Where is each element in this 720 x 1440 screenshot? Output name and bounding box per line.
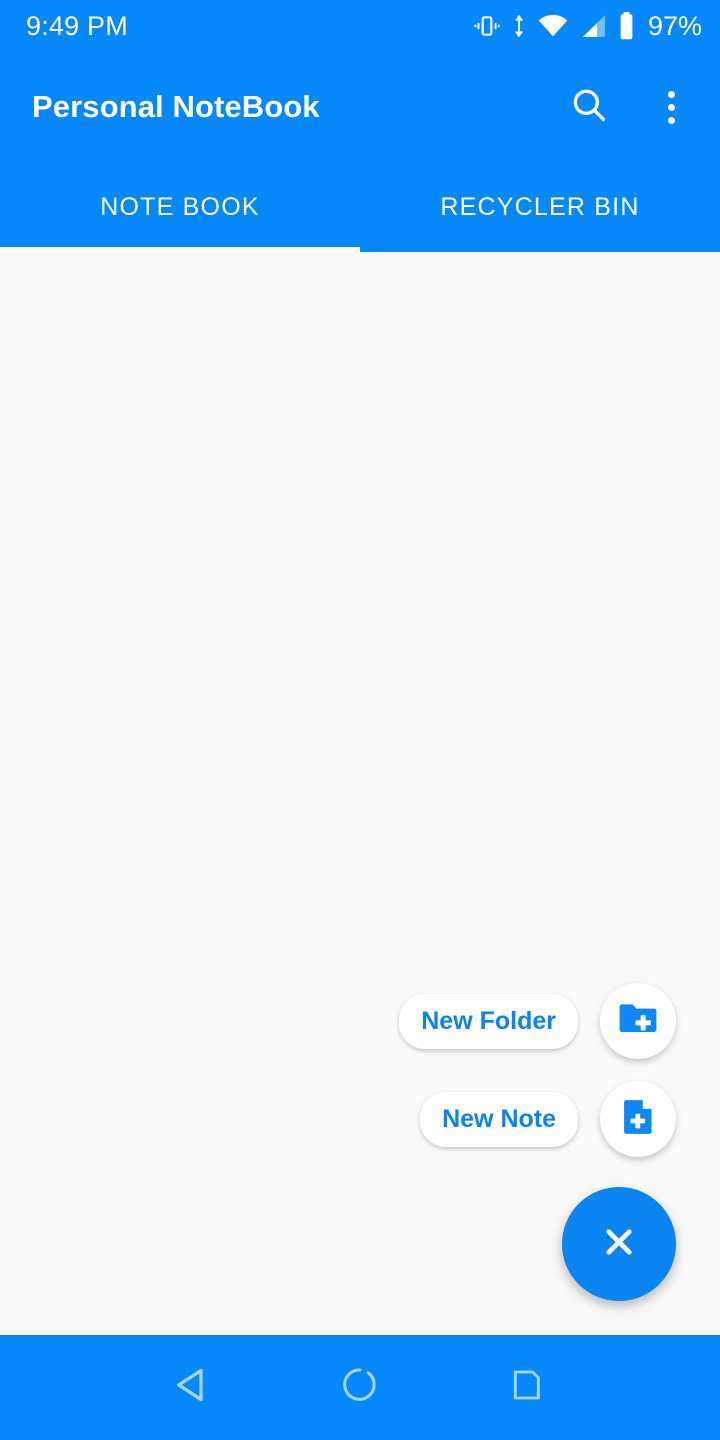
overflow-menu-button[interactable]: [644, 80, 698, 134]
new-note-button[interactable]: [600, 1081, 676, 1157]
speed-dial-action-new-folder[interactable]: New Folder: [399, 983, 676, 1059]
new-folder-button[interactable]: [600, 983, 676, 1059]
wifi-icon: [538, 13, 568, 39]
battery-percent-label: 97%: [647, 10, 702, 41]
search-button[interactable]: [562, 80, 616, 134]
folder-add-icon: [615, 996, 661, 1047]
nav-home-button[interactable]: [315, 1343, 405, 1433]
app-bar-actions: [562, 80, 698, 134]
system-navigation-bar: [0, 1335, 720, 1440]
battery-icon: [618, 12, 635, 40]
nav-back-button[interactable]: [148, 1343, 238, 1433]
tab-note-book[interactable]: NOTE BOOK: [0, 162, 360, 252]
back-triangle-icon: [170, 1362, 216, 1413]
recents-square-icon: [507, 1365, 547, 1410]
cellular-signal-icon: [579, 13, 607, 39]
page-title: Personal NoteBook: [32, 89, 320, 124]
speed-dial-action-new-note[interactable]: New Note: [420, 1081, 676, 1157]
search-icon: [569, 85, 609, 130]
note-add-icon: [616, 1095, 660, 1144]
app-bar: Personal NoteBook NOTE BOOK RECYCLER BIN: [0, 52, 720, 252]
speed-dial-main-button[interactable]: [562, 1187, 676, 1301]
app-bar-top-row: Personal NoteBook: [0, 52, 720, 162]
data-transfer-icon: [511, 13, 527, 39]
vibrate-icon: [474, 13, 500, 39]
speed-dial-menu: New Folder New Note: [399, 983, 676, 1301]
notes-list-area: New Folder New Note: [0, 252, 720, 1335]
nav-recents-button[interactable]: [482, 1343, 572, 1433]
new-folder-label[interactable]: New Folder: [399, 993, 578, 1049]
app-window: 9:49 PM 97% Personal NoteBook NOTE BOOK …: [0, 0, 720, 1440]
new-note-label[interactable]: New Note: [420, 1091, 578, 1147]
tab-recycler-bin[interactable]: RECYCLER BIN: [360, 162, 720, 252]
status-time: 9:49 PM: [26, 10, 128, 41]
tab-bar: NOTE BOOK RECYCLER BIN: [0, 162, 720, 252]
status-bar: 9:49 PM 97%: [0, 0, 720, 52]
home-circle-icon: [339, 1364, 381, 1411]
status-icon-tray: 97%: [474, 11, 702, 42]
close-icon: [597, 1220, 641, 1269]
more-vert-icon: [667, 90, 675, 124]
